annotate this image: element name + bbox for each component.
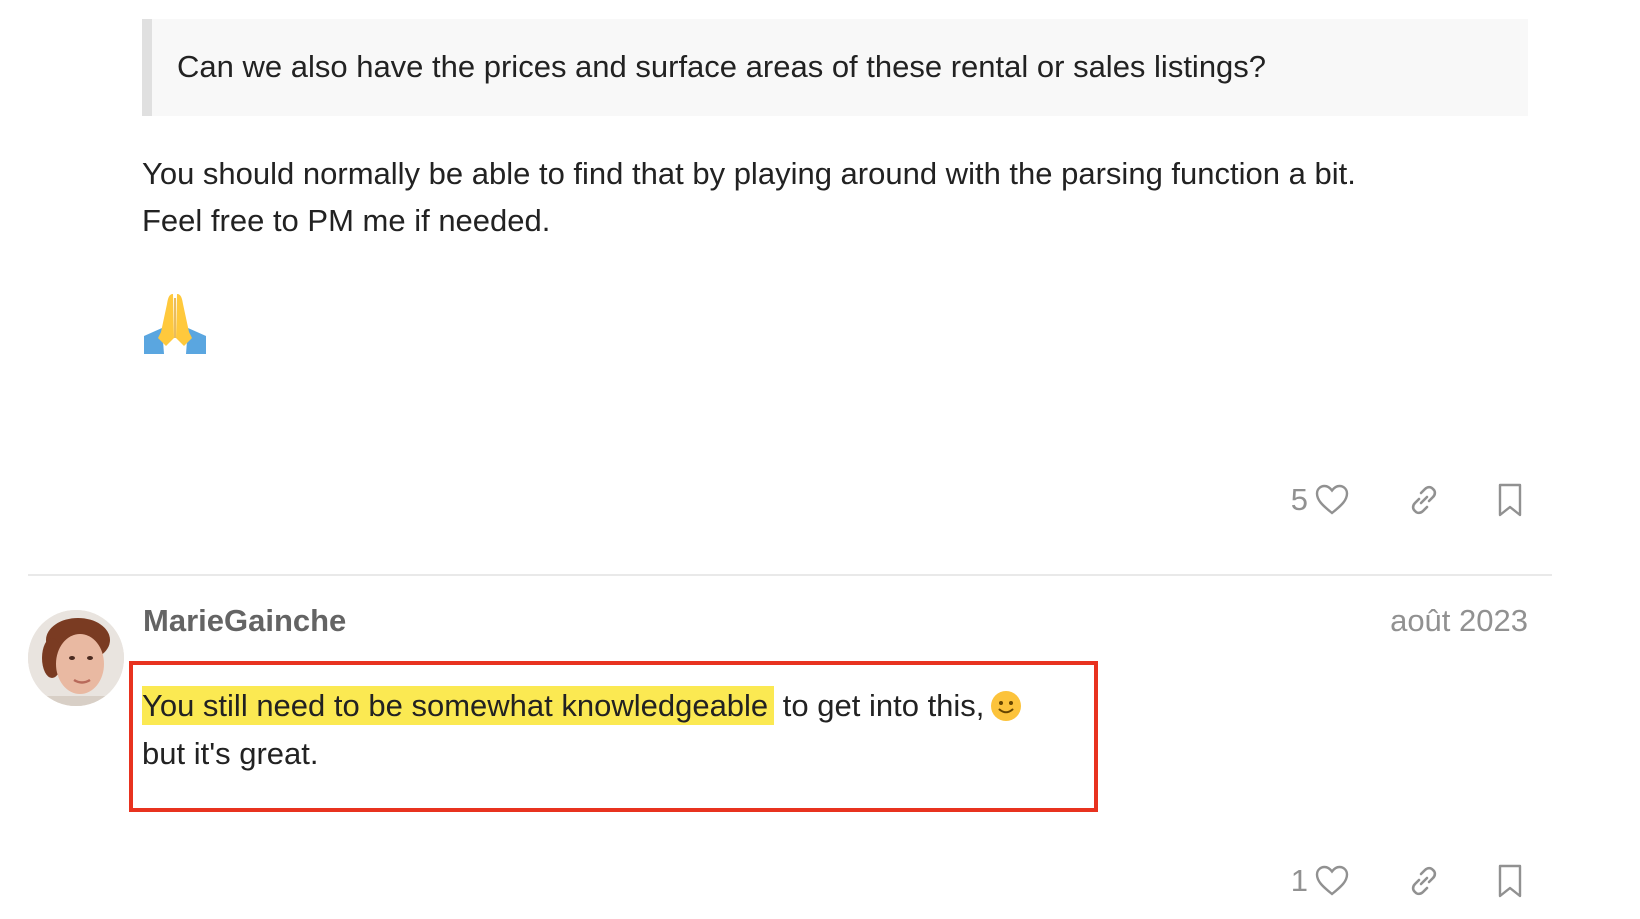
highlighted-text: You still need to be somewhat knowledgea…	[142, 686, 775, 725]
heart-icon[interactable]	[1314, 482, 1350, 518]
reply-line-1-rest: to get into this,	[774, 688, 985, 723]
post-date[interactable]: août 2023	[1390, 603, 1528, 639]
reply-body: You still need to be somewhat knowledgea…	[142, 682, 1022, 778]
folded-hands-emoji-icon	[142, 290, 208, 356]
reply-line-2: but it's great.	[142, 736, 319, 771]
slightly-smiling-face-icon	[990, 688, 1022, 721]
bookmark-icon[interactable]	[1492, 482, 1528, 518]
like-count: 1	[1290, 863, 1308, 898]
post-body-line-1: You should normally be able to find that…	[142, 156, 1356, 191]
bookmark-icon[interactable]	[1492, 863, 1528, 899]
link-icon[interactable]	[1406, 863, 1442, 899]
post-2-actions: 1	[1291, 861, 1528, 901]
post-1-actions: 5	[1291, 480, 1528, 520]
post-divider	[28, 574, 1552, 576]
link-icon[interactable]	[1406, 482, 1442, 518]
like-count: 5	[1290, 482, 1308, 517]
username[interactable]: MarieGainche	[143, 603, 346, 639]
reply-line-1: You still need to be somewhat knowledgea…	[142, 682, 1022, 730]
heart-icon[interactable]	[1314, 863, 1350, 899]
post-body-line-2: Feel free to PM me if needed.	[142, 203, 551, 238]
blockquote: Can we also have the prices and surface …	[142, 19, 1528, 116]
avatar[interactable]	[28, 610, 124, 706]
quote-text: Can we also have the prices and surface …	[177, 49, 1267, 84]
